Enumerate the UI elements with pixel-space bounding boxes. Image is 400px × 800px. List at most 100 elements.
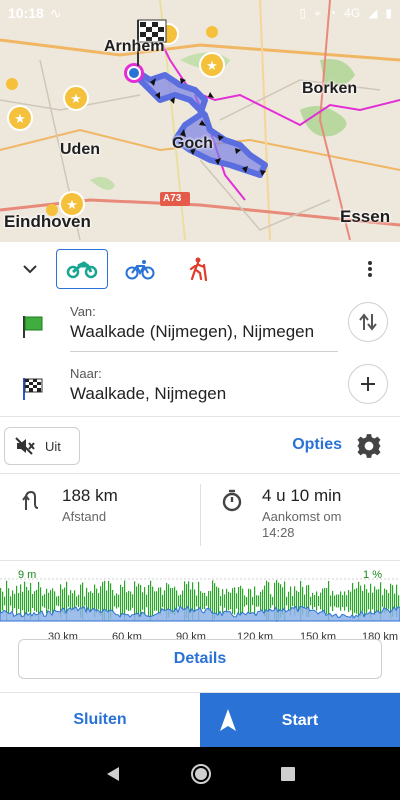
route-stats: 188 km Afstand 4 u 10 min Aankomst om 14… [0,474,400,560]
from-row[interactable]: Van: Waalkade (Nijmegen), Nijmegen [0,296,400,354]
city-label: Uden [60,141,100,158]
slope-bar [196,595,198,607]
slope-bar [344,591,346,611]
to-row[interactable]: Naar: Waalkade, Nijmegen [0,358,400,416]
signal-icon: ◢ [368,6,378,20]
slope-bar [368,592,370,610]
location-icon: ⌖ [314,5,321,20]
slope-bar [348,589,350,613]
slope-bar [52,588,54,614]
slope-bar [234,587,236,615]
slope-bar [162,594,164,608]
mode-bicycle-button[interactable] [114,249,166,289]
slope-bar [84,596,86,606]
from-label: Van: [70,304,96,319]
slope-bar [376,589,378,613]
slope-bar [72,593,74,609]
slope-bar [210,591,212,611]
from-value[interactable]: Waalkade (Nijmegen), Nijmegen [70,322,338,342]
slope-bar [12,590,14,612]
slope-bar [304,594,306,608]
route-sheet: Van: Waalkade (Nijmegen), Nijmegen Naar:… [0,242,400,747]
to-label: Naar: [70,366,102,381]
slope-bar [352,583,354,619]
transport-mode-row [0,242,400,296]
city-label: Essen [340,207,391,226]
slope-bar [58,595,60,607]
slope-bar [132,594,134,608]
slope-bar [254,586,256,616]
slope-bar [270,594,272,608]
slope-bar [286,596,288,606]
close-button[interactable]: Sluiten [0,693,200,747]
slope-bar [216,586,218,616]
swap-button[interactable] [348,302,388,342]
start-label: Start [281,711,319,729]
slope-bar [50,590,52,612]
sound-toggle-button[interactable]: Uit [4,427,80,465]
slope-bar [44,594,46,608]
slope-bar [154,591,156,611]
slope-bar [338,594,340,608]
navigation-arrow-icon [220,709,236,731]
slope-bar [230,592,232,610]
motorcycle-icon [66,261,98,279]
bottom-action-bar: Sluiten Start [0,692,400,748]
slope-bar [96,588,98,614]
more-vert-icon [368,261,372,277]
slope-bar [180,594,182,608]
mode-motorcycle-button[interactable] [56,249,108,289]
finish-flag-icon [23,378,43,400]
city-label: Borken [302,80,358,97]
slope-bar [238,587,240,615]
slope-bar [190,589,192,613]
mode-hiking-button[interactable] [172,249,224,289]
slope-bar [156,591,158,611]
recents-icon[interactable] [280,766,296,782]
slope-bar [394,593,396,609]
slope-bar [40,587,42,615]
slope-bar [136,586,138,616]
start-button[interactable]: Start [200,693,400,748]
options-link[interactable]: Opties [292,436,342,454]
elevation-chart[interactable]: 9 m 1 % 30 km 60 km 90 km 120 km 150 km … [0,561,400,649]
add-waypoint-button[interactable] [348,364,388,404]
slope-bar [256,595,258,607]
collapse-button[interactable] [12,251,48,287]
slope-bar [346,595,348,607]
slope-bar [130,591,132,611]
slope-bar [16,585,18,617]
slope-bar [242,588,244,614]
slope-bar [98,593,100,609]
map-view[interactable]: ★ ★ ★ ★ Arnhem Borken Uden Goch Eindhove… [0,0,400,242]
arrival-time: 14:28 [262,525,295,540]
city-label: Arnhem [104,38,165,55]
slope-bar [202,592,204,610]
slope-bar [34,591,36,611]
slope-bar [4,596,6,606]
slope-bar [350,591,352,611]
chevron-down-icon [23,265,37,274]
slope-bar [378,589,380,613]
slope-bar [106,590,108,612]
system-nav-bar [0,747,400,800]
slope-bar [250,589,252,613]
gear-icon[interactable] [356,433,382,459]
slope-bar [116,593,118,609]
slope-bar [76,596,78,606]
slope-bar [318,596,320,606]
route-distance-icon [22,490,39,510]
slope-bar [178,595,180,607]
slope-bar [228,591,230,611]
slope-bar [114,595,116,607]
svg-text:★: ★ [66,198,78,213]
slope-bar [0,588,2,614]
home-icon[interactable] [190,763,212,785]
to-value[interactable]: Waalkade, Nijmegen [70,384,338,404]
slope-bar [206,596,208,606]
slope-bar [258,595,260,607]
slope-bar [194,589,196,613]
details-button[interactable]: Details [18,639,382,679]
back-icon[interactable] [104,765,122,783]
more-options-button[interactable] [352,251,388,287]
